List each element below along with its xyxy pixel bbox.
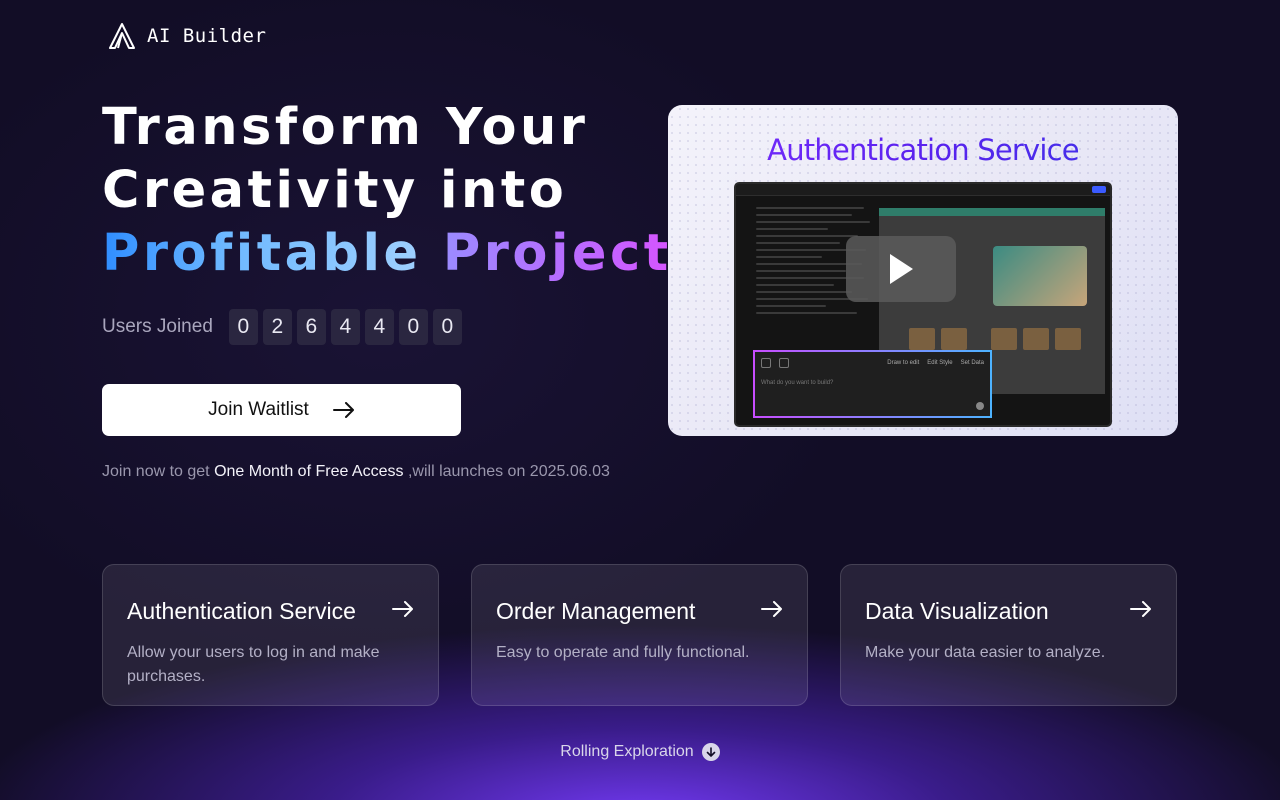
send-icon <box>976 402 984 410</box>
headline-line-2: Creativity into <box>102 161 568 220</box>
rolling-exploration-label: Rolling Exploration <box>560 743 694 760</box>
counter-digit: 0 <box>432 309 462 345</box>
screenshot-publish-pill <box>1092 186 1106 193</box>
rolling-exploration-link[interactable]: Rolling Exploration <box>0 743 1280 761</box>
note-prefix: Join now to get <box>102 463 210 480</box>
history-icon <box>779 358 789 368</box>
note-highlight: One Month of Free Access <box>214 463 404 480</box>
card-description: Make your data easier to analyze. <box>865 644 1106 661</box>
video-app-screenshot: Draw to edit Edit Style Set Data What do… <box>734 182 1112 427</box>
prompt-toolbar: Draw to edit Edit Style Set Data <box>761 357 984 369</box>
video-title: Authentication Service <box>668 133 1178 167</box>
image-icon <box>761 358 771 368</box>
preview-header-bar <box>879 208 1105 216</box>
note-suffix: ,will launches on 2025.06.03 <box>407 463 610 480</box>
play-icon <box>890 254 913 284</box>
headline-gradient-word-2: Projects <box>442 224 706 283</box>
counter-digit: 0 <box>398 309 428 345</box>
users-joined-counter: Users Joined 0 2 6 4 4 0 0 <box>102 309 462 345</box>
card-description: Allow your users to log in and make purc… <box>127 644 380 685</box>
preview-thumb <box>1055 328 1081 350</box>
play-button[interactable] <box>846 236 956 302</box>
counter-digit: 4 <box>330 309 360 345</box>
preview-thumb <box>1023 328 1049 350</box>
screenshot-prompt-box: Draw to edit Edit Style Set Data What do… <box>753 350 992 418</box>
demo-video[interactable]: Authentication Service Draw to edit Edit… <box>668 105 1178 436</box>
preview-dog-image <box>993 246 1087 306</box>
card-title: Authentication Service <box>127 598 356 624</box>
hero-headline: Transform Your Creativity into Profitabl… <box>102 96 702 285</box>
arrow-down-circle-icon <box>701 743 720 761</box>
card-title: Order Management <box>496 598 696 624</box>
card-title: Data Visualization <box>865 598 1049 624</box>
arrow-right-icon <box>1130 601 1151 617</box>
preview-thumb <box>941 328 967 350</box>
launch-note: Join now to get One Month of Free Access… <box>102 463 610 481</box>
join-waitlist-button[interactable]: Join Waitlist <box>102 384 461 436</box>
a-triangle-logo-icon <box>109 23 135 49</box>
feature-cards: Authentication Service Allow your users … <box>102 564 1177 706</box>
tool-set-data: Set Data <box>960 360 984 366</box>
preview-thumb <box>909 328 935 350</box>
users-joined-label: Users Joined <box>102 316 213 337</box>
counter-digit: 0 <box>228 309 258 345</box>
counter-digit: 2 <box>262 309 292 345</box>
tool-draw-to-edit: Draw to edit <box>887 360 920 366</box>
counter-digit: 4 <box>364 309 394 345</box>
card-description: Easy to operate and fully functional. <box>496 644 750 661</box>
tool-edit-style: Edit Style <box>927 360 953 366</box>
arrow-right-icon <box>761 601 782 617</box>
join-waitlist-label: Join Waitlist <box>208 399 309 420</box>
arrow-right-icon <box>392 601 413 617</box>
counter-digit: 6 <box>296 309 326 345</box>
arrow-right-icon <box>332 402 354 418</box>
headline-gradient-word-1: Profitable <box>102 224 422 283</box>
feature-card-authentication[interactable]: Authentication Service Allow your users … <box>102 564 439 706</box>
headline-line-1: Transform Your <box>102 98 589 157</box>
brand-name: AI Builder <box>147 25 267 47</box>
prompt-placeholder: What do you want to build? <box>761 380 834 386</box>
counter-digits: 0 2 6 4 4 0 0 <box>228 309 462 345</box>
brand-logo[interactable]: AI Builder <box>107 22 266 50</box>
preview-thumb <box>991 328 1017 350</box>
headline-line-3: Profitable Projects <box>102 222 702 285</box>
screenshot-topbar <box>736 184 1110 196</box>
feature-card-data-visualization[interactable]: Data Visualization Make your data easier… <box>840 564 1177 706</box>
feature-card-order-management[interactable]: Order Management Easy to operate and ful… <box>471 564 808 706</box>
